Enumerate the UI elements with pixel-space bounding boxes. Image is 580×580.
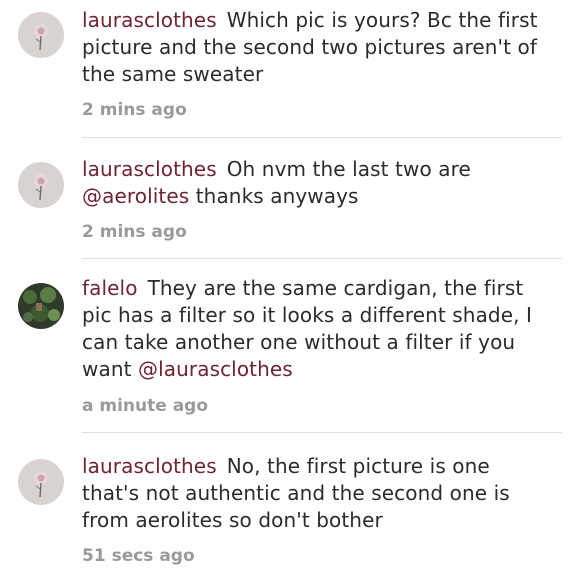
comment-timestamp: 2 mins ago [82,222,187,242]
comment-mention[interactable]: @laurasclothes [138,357,293,381]
comment-divider [82,432,562,433]
comment-divider [82,258,562,259]
plants-avatar-icon[interactable] [18,283,64,329]
comment-username[interactable]: laurasclothes [82,454,217,478]
comment-timestamp: 2 mins ago [82,100,187,120]
flower-avatar-icon[interactable] [18,12,64,58]
comment-mention[interactable]: @aerolites [82,184,189,208]
comment-text: falelo They are the same cardigan, the fi… [82,275,552,383]
comment-text: laurasclothes No, the first picture is on… [82,453,552,534]
comment-username[interactable]: falelo [82,276,138,300]
comment-body: Oh nvm the last two are [226,157,471,181]
comment-username[interactable]: laurasclothes [82,157,217,181]
flower-avatar-icon[interactable] [18,162,64,208]
comment-text: laurasclothes Which pic is yours? Bc the … [82,7,552,88]
comment-timestamp: a minute ago [82,396,209,416]
comment-body-continued: thanks anyways [189,184,359,208]
comment-text: laurasclothes Oh nvm the last two are @ae… [82,156,552,210]
comment-timestamp: 51 secs ago [82,546,195,566]
flower-avatar-icon[interactable] [18,459,64,505]
comment-divider [82,137,562,138]
comment-username[interactable]: laurasclothes [82,8,217,32]
